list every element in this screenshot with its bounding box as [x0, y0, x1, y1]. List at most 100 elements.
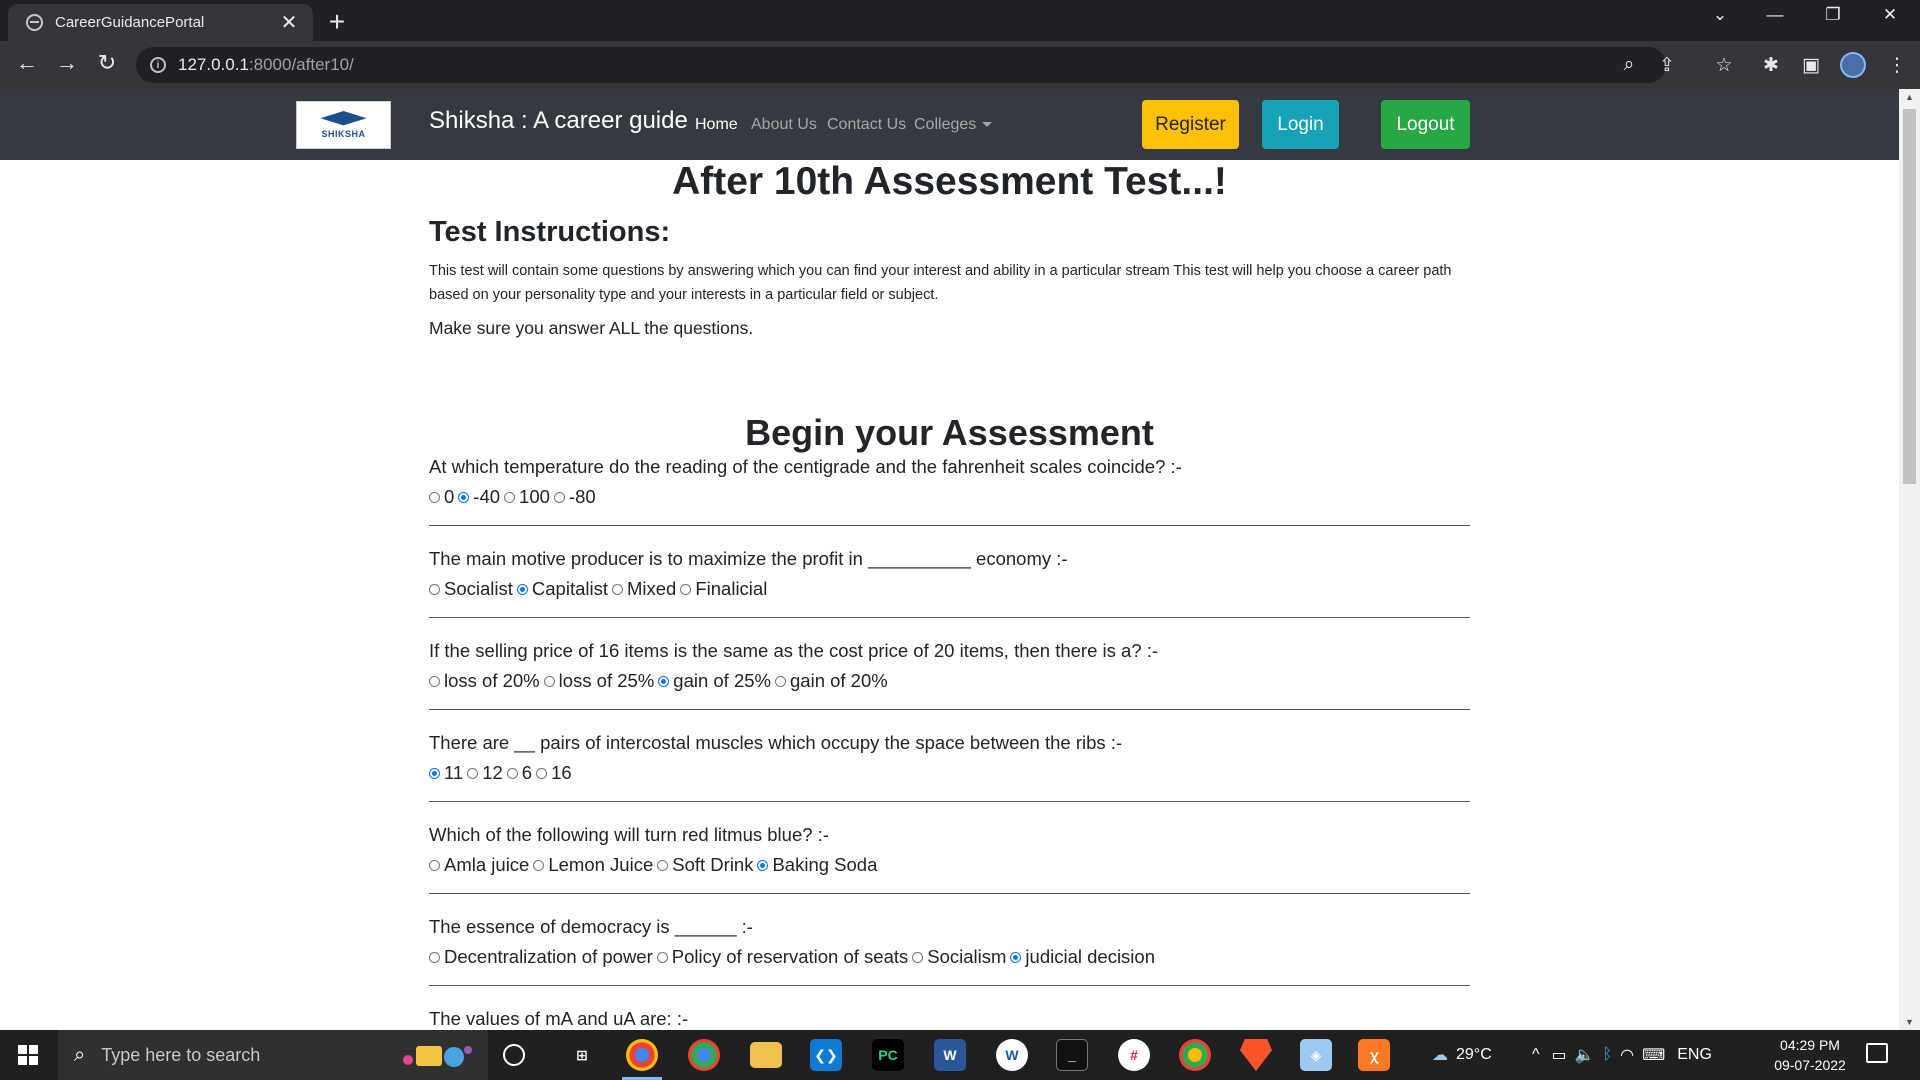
wifi-icon[interactable]: ◠ [1620, 1045, 1634, 1065]
extensions-icon[interactable]: ✱ [1757, 54, 1785, 77]
share-icon[interactable]: ⇪ [1653, 54, 1681, 77]
windows-start-icon[interactable] [18, 1045, 38, 1065]
answer-label[interactable]: gain of 25% [673, 670, 771, 692]
answer-radio[interactable] [504, 491, 516, 503]
language-indicator[interactable]: ENG [1677, 1046, 1712, 1064]
pycharm-icon[interactable]: PC [872, 1039, 904, 1071]
answer-radio[interactable] [536, 767, 548, 779]
bluetooth-icon[interactable]: ᛒ [1603, 1046, 1613, 1064]
answer-label[interactable]: Mixed [627, 578, 676, 600]
terminal-icon[interactable]: _ [1056, 1039, 1088, 1071]
answer-radio[interactable] [1010, 951, 1022, 963]
answer-label[interactable]: gain of 20% [790, 670, 888, 692]
answer-label[interactable]: 0 [444, 486, 454, 508]
answer-label[interactable]: Lemon Juice [548, 854, 653, 876]
side-panel-icon[interactable]: ▣ [1797, 54, 1825, 77]
brave-icon[interactable] [1240, 1039, 1272, 1071]
answer-radio[interactable] [611, 583, 623, 595]
answer-label[interactable]: Policy of reservation of seats [672, 946, 909, 968]
answer-label[interactable]: Soft Drink [672, 854, 753, 876]
answer-radio[interactable] [429, 951, 440, 963]
volume-icon[interactable]: 🔈 [1575, 1045, 1595, 1065]
system-clock[interactable]: 04:29 PM 09-07-2022 [1765, 1035, 1855, 1075]
chrome-canary-icon[interactable] [1179, 1039, 1211, 1071]
login-button[interactable]: Login [1262, 100, 1339, 149]
scroll-down-icon[interactable]: ▼ [1905, 1017, 1914, 1027]
answer-label[interactable]: Baking Soda [772, 854, 877, 876]
zoom-icon[interactable]: ⌕ [1615, 54, 1643, 76]
answer-label[interactable]: 100 [519, 486, 550, 508]
answer-label[interactable]: 16 [551, 762, 572, 784]
answer-label[interactable]: -80 [569, 486, 596, 508]
answer-radio[interactable] [553, 491, 565, 503]
notifications-icon[interactable] [1866, 1043, 1888, 1063]
answer-label[interactable]: Amla juice [444, 854, 529, 876]
back-icon[interactable]: ← [12, 50, 42, 76]
word-icon[interactable]: W [934, 1039, 966, 1071]
site-info-icon[interactable]: i [150, 57, 166, 73]
taskbar-search-box[interactable]: ⌕ Type here to search [58, 1030, 488, 1080]
answer-radio[interactable] [658, 675, 670, 687]
task-view-icon[interactable] [503, 1044, 525, 1066]
answer-label[interactable]: -40 [473, 486, 500, 508]
chrome-menu-icon[interactable]: ⋮ [1883, 54, 1911, 77]
answer-radio[interactable] [458, 491, 470, 503]
virtualbox-icon[interactable]: ◈ [1300, 1039, 1332, 1071]
shiksha-logo[interactable]: SHIKSHA [296, 101, 391, 149]
answer-label[interactable]: 11 [444, 762, 463, 784]
tab-search-icon[interactable]: ⌄ [1700, 5, 1740, 25]
file-explorer-icon[interactable] [750, 1042, 782, 1068]
scroll-up-icon[interactable]: ▲ [1905, 92, 1914, 102]
answer-label[interactable]: loss of 25% [559, 670, 655, 692]
answer-label[interactable]: loss of 20% [444, 670, 540, 692]
address-bar[interactable]: i 127.0.0.1:8000/after10/ ⌕ ⇪ [136, 47, 1675, 83]
widgets-icon[interactable]: ⊞ [566, 1039, 598, 1071]
minimize-button[interactable]: — [1755, 5, 1795, 25]
weather-widget[interactable]: ☁ 29°C [1432, 1030, 1492, 1080]
restore-button[interactable]: ❐ [1813, 5, 1853, 25]
answer-label[interactable]: 6 [522, 762, 532, 784]
slack-icon[interactable]: # [1118, 1039, 1150, 1071]
answer-label[interactable]: Socialism [927, 946, 1006, 968]
answer-radio[interactable] [757, 859, 769, 871]
nav-colleges-dropdown[interactable]: Colleges [914, 116, 993, 134]
nav-home[interactable]: Home [695, 116, 738, 134]
answer-radio[interactable] [516, 583, 528, 595]
chrome-profile-icon[interactable] [688, 1039, 720, 1071]
answer-label[interactable]: Finalicial [695, 578, 767, 600]
chevron-up-icon[interactable]: ^ [1532, 1046, 1540, 1064]
answer-radio[interactable] [543, 675, 555, 687]
answer-radio[interactable] [429, 767, 440, 779]
keyboard-icon[interactable]: ⌨ [1642, 1045, 1665, 1065]
nav-contact-us[interactable]: Contact Us [827, 116, 906, 134]
page-scrollbar[interactable]: ▲ ▼ [1899, 89, 1920, 1030]
close-tab-icon[interactable]: ✕ [279, 10, 299, 35]
answer-label[interactable]: Capitalist [532, 578, 608, 600]
answer-radio[interactable] [912, 951, 924, 963]
register-button[interactable]: Register [1142, 100, 1239, 149]
chrome-app-icon[interactable] [626, 1039, 658, 1071]
answer-label[interactable]: Decentralization of power [444, 946, 653, 968]
vscode-icon[interactable]: ❮❯ [810, 1039, 842, 1071]
answer-radio[interactable] [429, 583, 440, 595]
forward-icon[interactable]: → [52, 50, 82, 76]
answer-radio[interactable] [775, 675, 786, 687]
answer-radio[interactable] [657, 859, 669, 871]
bookmark-star-icon[interactable]: ☆ [1710, 54, 1738, 77]
xampp-icon[interactable]: ꭓ [1358, 1039, 1390, 1071]
browser-tab[interactable]: CareerGuidancePortal ✕ [8, 4, 313, 41]
answer-label[interactable]: Socialist [444, 578, 513, 600]
new-tab-button[interactable]: + [322, 6, 352, 38]
tray-icons[interactable]: ^ ▭ 🔈 ᛒ ◠ ⌨ ENG [1532, 1030, 1712, 1080]
answer-radio[interactable] [429, 675, 440, 687]
answer-radio[interactable] [429, 859, 440, 871]
brand-name[interactable]: Shiksha : A career guide [429, 107, 688, 135]
nav-about-us[interactable]: About Us [751, 116, 817, 134]
wordpad-icon[interactable]: W [996, 1039, 1028, 1071]
answer-label[interactable]: 12 [482, 762, 503, 784]
answer-radio[interactable] [656, 951, 668, 963]
reload-icon[interactable]: ↻ [92, 50, 122, 76]
logout-button[interactable]: Logout [1381, 100, 1470, 149]
answer-radio[interactable] [429, 491, 440, 503]
profile-avatar[interactable] [1840, 52, 1866, 78]
